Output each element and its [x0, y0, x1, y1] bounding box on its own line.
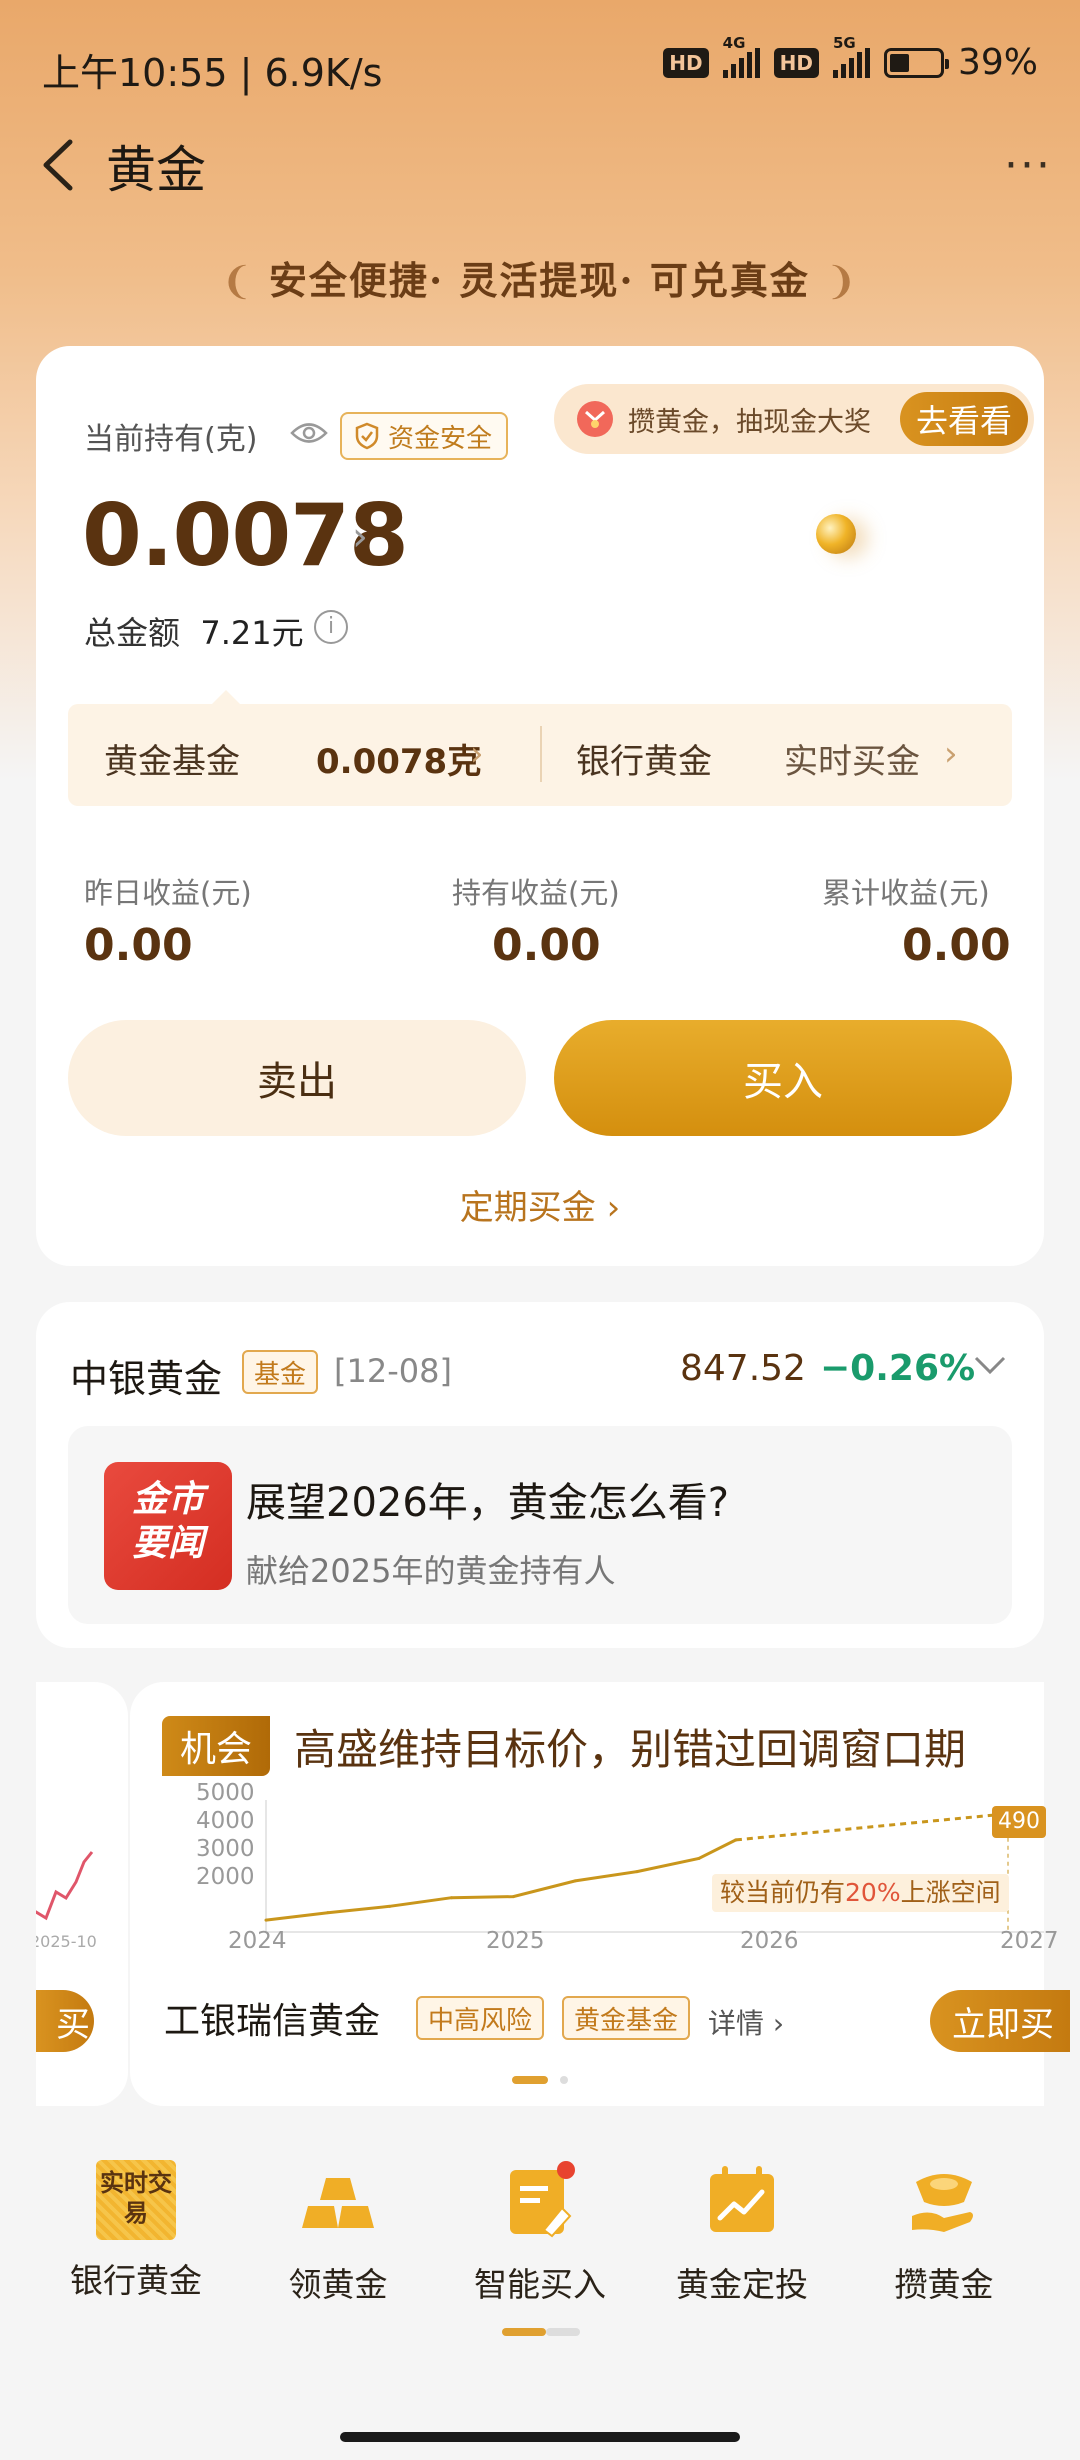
more-menu-icon[interactable]: ···	[1004, 140, 1052, 191]
peek-axis-label: 2025-10	[36, 1932, 97, 1951]
holding-label: 当前持有(克)	[84, 422, 258, 457]
cumulative-earnings-label: 累计收益(元)	[822, 876, 990, 910]
y-tick: 4000	[196, 1808, 255, 1834]
smart-buy-icon	[510, 2161, 575, 2238]
buy-now-button[interactable]: 立即买	[930, 1990, 1070, 2052]
gold-ingot-hand-icon	[912, 2174, 973, 2232]
data-point	[450, 1896, 453, 1900]
back-arrow-icon[interactable]	[30, 130, 90, 200]
gold-bars-icon	[302, 2178, 374, 2228]
buy-button[interactable]: 买入	[554, 1020, 1012, 1136]
home-indicator[interactable]	[340, 2432, 740, 2442]
eye-icon[interactable]	[290, 418, 328, 448]
data-point	[388, 1904, 392, 1908]
regular-buy-link[interactable]: 定期买金 ›	[0, 1180, 1080, 1229]
fund-row-pointer	[212, 690, 240, 704]
laurel-right-icon: ❩	[825, 259, 859, 303]
x-tick: 2024	[228, 1928, 287, 1954]
y-tick: 2000	[196, 1864, 255, 1890]
type-tag: 黄金基金	[562, 1996, 691, 2040]
laurel-left-icon: ❨	[221, 259, 269, 303]
hd-icon-2: HD	[773, 47, 819, 78]
bank-gold-label[interactable]: 银行黄金	[576, 734, 712, 783]
market-price: 847.52	[680, 1348, 806, 1389]
promo-text: 攒黄金，抽现金大奖	[628, 406, 871, 438]
carousel-dot	[560, 2076, 568, 2084]
shield-check-icon	[355, 422, 379, 450]
price-history-line	[265, 1838, 737, 1922]
fund-name[interactable]: 工银瑞信黄金	[164, 1992, 380, 2044]
realtime-trade-icon: 实时交易	[96, 2160, 176, 2240]
data-point	[734, 1838, 738, 1842]
x-tick: 2026	[740, 1928, 799, 1954]
calendar-chart-icon	[710, 2166, 774, 2232]
data-point	[697, 1857, 701, 1861]
battery-icon	[883, 47, 949, 78]
signal-4g-icon: 4G	[722, 34, 760, 78]
mini-chart	[36, 1851, 94, 1921]
fund-tag: 基金	[242, 1350, 319, 1394]
data-point	[573, 1879, 577, 1883]
battery-percent: 39%	[957, 42, 1038, 83]
status-time: 上午10:55 | 6.9K/s	[42, 51, 383, 95]
chevron-right-icon: ›	[606, 1188, 621, 1228]
x-tick: 2025	[486, 1928, 545, 1954]
gold-news-logo: 金市 要闻	[104, 1462, 232, 1590]
data-point	[264, 1918, 268, 1922]
data-point	[511, 1895, 515, 1899]
nav-page-indicator-active	[502, 2328, 546, 2336]
total-amount: 总金额 7.21元	[84, 614, 304, 652]
nav-gold-plan[interactable]: 黄金定投	[652, 2160, 832, 2306]
status-icons: HD 4G HD 5G 39%	[663, 34, 1038, 83]
target-price-label: 490	[992, 1806, 1046, 1838]
chevron-right-icon[interactable]: ›	[470, 734, 484, 774]
info-icon[interactable]: i	[314, 610, 348, 644]
news-title[interactable]: 展望2026年，黄金怎么看?	[246, 1470, 729, 1528]
holding-earnings-value: 0.00	[492, 920, 601, 971]
signal-5g-icon: 5G	[832, 34, 870, 78]
y-tick: 3000	[196, 1836, 255, 1862]
cumulative-earnings-value: 0.00	[902, 920, 1011, 971]
promo-banner[interactable]: 攒黄金，抽现金大奖 去看看	[554, 384, 1034, 454]
chevron-right-icon[interactable]: ›	[352, 514, 368, 560]
chevron-down-icon[interactable]	[972, 1346, 1008, 1382]
page-title: 黄金	[106, 141, 206, 199]
nav-smart-buy[interactable]: 智能买入	[450, 2160, 630, 2306]
detail-link[interactable]: 详情 ›	[708, 2002, 784, 2042]
market-date: [12-08]	[334, 1352, 452, 1390]
opportunity-tag: 机会	[162, 1716, 271, 1776]
divider	[540, 726, 542, 782]
opportunity-title[interactable]: 高盛维持目标价，别错过回调窗口期	[294, 1716, 966, 1777]
upside-note: 较当前仍有20%上涨空间	[712, 1874, 1009, 1912]
y-tick: 5000	[196, 1780, 255, 1806]
red-envelope-icon	[577, 401, 613, 437]
nav-bank-gold[interactable]: 实时交易 银行黄金	[46, 2160, 226, 2302]
chevron-right-icon[interactable]: ›	[944, 734, 958, 774]
data-point	[326, 1911, 330, 1915]
gold-fund-value[interactable]: 0.0078克	[316, 734, 481, 783]
nav-save-gold[interactable]: 攒黄金	[854, 2160, 1034, 2306]
target-projection-line	[735, 1812, 1009, 1842]
realtime-buy-link[interactable]: 实时买金	[784, 734, 920, 783]
news-subtitle: 献给2025年的黄金持有人	[246, 1552, 616, 1590]
hd-icon: HD	[663, 47, 709, 78]
market-change: −0.26%	[820, 1348, 976, 1389]
x-tick: 2027	[1000, 1928, 1059, 1954]
nav-claim-gold[interactable]: 领黄金	[248, 2160, 428, 2306]
market-fund-name[interactable]: 中银黄金	[70, 1348, 222, 1403]
carousel-dot-active	[512, 2076, 548, 2084]
nav-page-indicator	[546, 2328, 580, 2336]
gold-ball-icon	[816, 514, 856, 554]
holding-earnings-label: 持有收益(元)	[452, 876, 620, 910]
sell-button[interactable]: 卖出	[68, 1020, 526, 1136]
yesterday-earnings-label: 昨日收益(元)	[84, 876, 252, 910]
slogan: ❨ 安全便捷· 灵活提现· 可兑真金 ❩	[221, 258, 859, 303]
chevron-right-icon: ›	[772, 2007, 785, 2040]
risk-tag: 中高风险	[416, 1996, 545, 2040]
promo-go-button[interactable]: 去看看	[899, 392, 1028, 446]
fund-safety-badge[interactable]: 资金安全	[340, 412, 509, 460]
data-point	[635, 1870, 639, 1874]
gold-fund-label[interactable]: 黄金基金	[104, 734, 240, 783]
yesterday-earnings-value: 0.00	[84, 920, 193, 971]
